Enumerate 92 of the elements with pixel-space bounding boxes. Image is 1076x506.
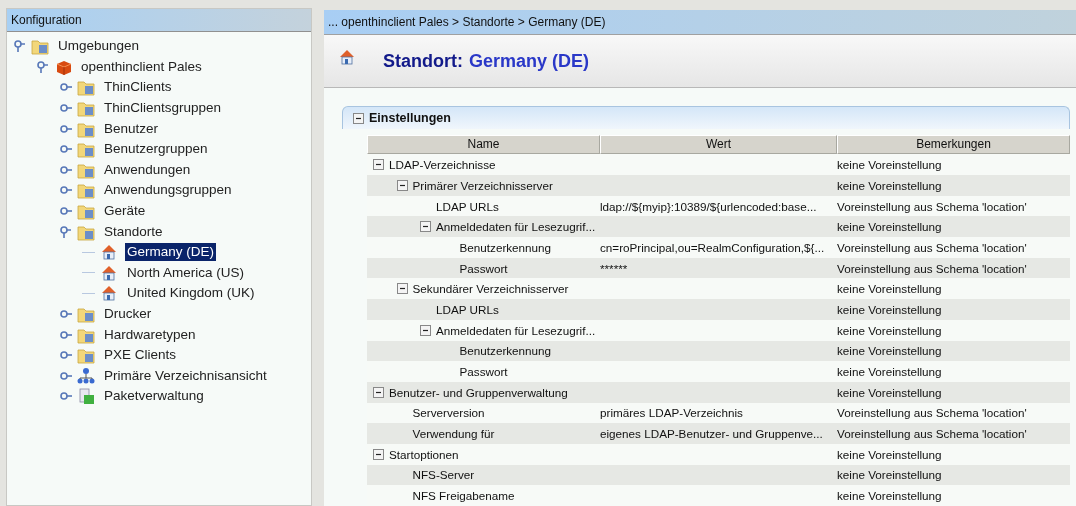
tree-item[interactable]: Anwendungsgruppen <box>102 181 234 200</box>
collapse-handle-icon[interactable] <box>13 39 27 54</box>
property-name: NFS Freigabename <box>412 489 515 503</box>
property-remark: keine Voreinstellung <box>837 468 942 482</box>
property-remark: Voreinstellung aus Schema 'location' <box>837 199 1027 213</box>
property-name: Benutzerkennung <box>459 240 552 254</box>
property-name: LDAP-Verzeichnisse <box>389 158 496 172</box>
property-remark: keine Voreinstellung <box>837 365 942 379</box>
property-name: Serverversion <box>412 406 485 420</box>
folder-icon <box>77 140 95 159</box>
property-name: Benutzerkennung <box>459 344 552 358</box>
property-value: eigenes LDAP-Benutzer- und Gruppenve... <box>600 427 823 441</box>
tree-item[interactable]: Anwendungen <box>102 160 193 179</box>
property-remark: keine Voreinstellung <box>837 220 942 234</box>
tree-item[interactable]: Paketverwaltung <box>102 387 206 406</box>
property-name: Sekundärer Verzeichnisserver <box>412 282 569 296</box>
breadcrumb: ... openthinclient Pales > Standorte > Germany (DE) <box>324 10 1076 35</box>
folder-icon <box>77 181 95 200</box>
property-name: NFS-Server <box>412 468 475 482</box>
collapse-handle-icon[interactable] <box>59 224 73 239</box>
tree-item[interactable]: Drucker <box>102 305 154 323</box>
tree-item[interactable]: openthinclient Pales <box>79 57 204 76</box>
collapse-icon[interactable] <box>353 112 364 124</box>
collapse-icon[interactable] <box>396 283 408 295</box>
folder-icon <box>77 99 95 118</box>
collapse-icon[interactable] <box>373 448 384 460</box>
property-value: ****** <box>600 261 628 275</box>
property-name: Benutzer- und Gruppenverwaltung <box>389 385 568 399</box>
tree-item[interactable]: Benutzer <box>102 119 161 138</box>
package-icon <box>77 387 95 406</box>
hierarchy-icon <box>77 366 95 385</box>
page-title-label: Standort: <box>383 50 463 72</box>
collapse-handle-icon[interactable] <box>36 59 50 74</box>
tree-item[interactable]: Germany (DE) <box>125 243 216 262</box>
tree-item[interactable]: Standorte <box>102 222 165 241</box>
property-remark: Voreinstellung aus Schema 'location' <box>837 427 1027 441</box>
property-name: Anmeldedaten für Lesezugrif... <box>436 323 596 337</box>
tree-item[interactable]: ThinClients <box>102 78 174 97</box>
folder-icon <box>77 346 95 365</box>
tree-item[interactable]: Hardwaretypen <box>102 325 198 344</box>
section-header[interactable]: Einstellungen <box>342 106 1070 130</box>
property-remark: keine Voreinstellung <box>837 344 942 358</box>
folder-icon <box>77 202 95 221</box>
column-header[interactable]: Wert <box>600 135 837 155</box>
property-name: Anmeldedaten für Lesezugrif... <box>436 220 596 234</box>
property-remark: keine Voreinstellung <box>837 158 942 172</box>
property-remark: Voreinstellung aus Schema 'location' <box>837 240 1027 254</box>
tree-item[interactable]: Umgebungen <box>56 37 142 56</box>
property-name: Startoptionen <box>389 447 459 461</box>
folder-icon <box>77 305 95 323</box>
expand-handle-icon[interactable] <box>59 307 73 321</box>
collapse-icon[interactable] <box>373 386 384 398</box>
property-remark: keine Voreinstellung <box>837 178 942 192</box>
tree-item[interactable]: Benutzergruppen <box>102 140 210 159</box>
page-title-value: Germany (DE) <box>469 50 590 72</box>
property-remark: keine Voreinstellung <box>837 447 942 461</box>
property-value: cn=roPrincipal,ou=RealmConfiguration,${... <box>600 240 825 254</box>
tree-item[interactable]: PXE Clients <box>102 346 179 365</box>
property-remark: keine Voreinstellung <box>837 489 942 503</box>
tree-item[interactable]: United Kingdom (UK) <box>125 284 257 303</box>
collapse-icon[interactable] <box>420 324 431 336</box>
property-name: Passwort <box>459 261 508 275</box>
property-name: LDAP URLs <box>436 302 499 316</box>
property-value: ldap://${myip}:10389/${urlencoded:base... <box>600 199 817 213</box>
property-name: LDAP URLs <box>436 199 499 213</box>
collapse-icon[interactable] <box>396 179 408 191</box>
house-icon <box>100 243 118 262</box>
folder-icon <box>77 78 95 97</box>
property-remark: keine Voreinstellung <box>837 323 942 337</box>
house-icon <box>100 263 118 282</box>
column-header[interactable]: Bemerkungen <box>837 135 1070 155</box>
tree-item[interactable]: ThinClientsgruppen <box>102 99 224 118</box>
property-remark: Voreinstellung aus Schema 'location' <box>837 406 1027 420</box>
collapse-icon[interactable] <box>420 221 431 233</box>
tree-item[interactable]: Primäre Verzeichnisansicht <box>102 366 269 385</box>
house-icon <box>338 48 356 67</box>
property-remark: keine Voreinstellung <box>837 385 942 399</box>
property-remark: Voreinstellung aus Schema 'location' <box>837 261 1027 275</box>
property-remark: keine Voreinstellung <box>837 302 942 316</box>
folder-icon <box>31 37 49 56</box>
property-name: Verwendung für <box>412 427 495 441</box>
section-title: Einstellungen <box>369 111 451 126</box>
property-value: primäres LDAP-Verzeichnis <box>600 406 743 420</box>
collapse-icon[interactable] <box>373 159 384 171</box>
tree-item[interactable]: Geräte <box>102 202 148 221</box>
property-name: Passwort <box>459 365 508 379</box>
property-remark: keine Voreinstellung <box>837 282 942 296</box>
panel-title: Konfiguration <box>7 9 311 32</box>
tree-item[interactable]: North America (US) <box>125 263 247 282</box>
column-header[interactable]: Name <box>367 135 600 155</box>
property-name: Primärer Verzeichnisserver <box>412 178 553 192</box>
house-icon <box>100 284 118 303</box>
